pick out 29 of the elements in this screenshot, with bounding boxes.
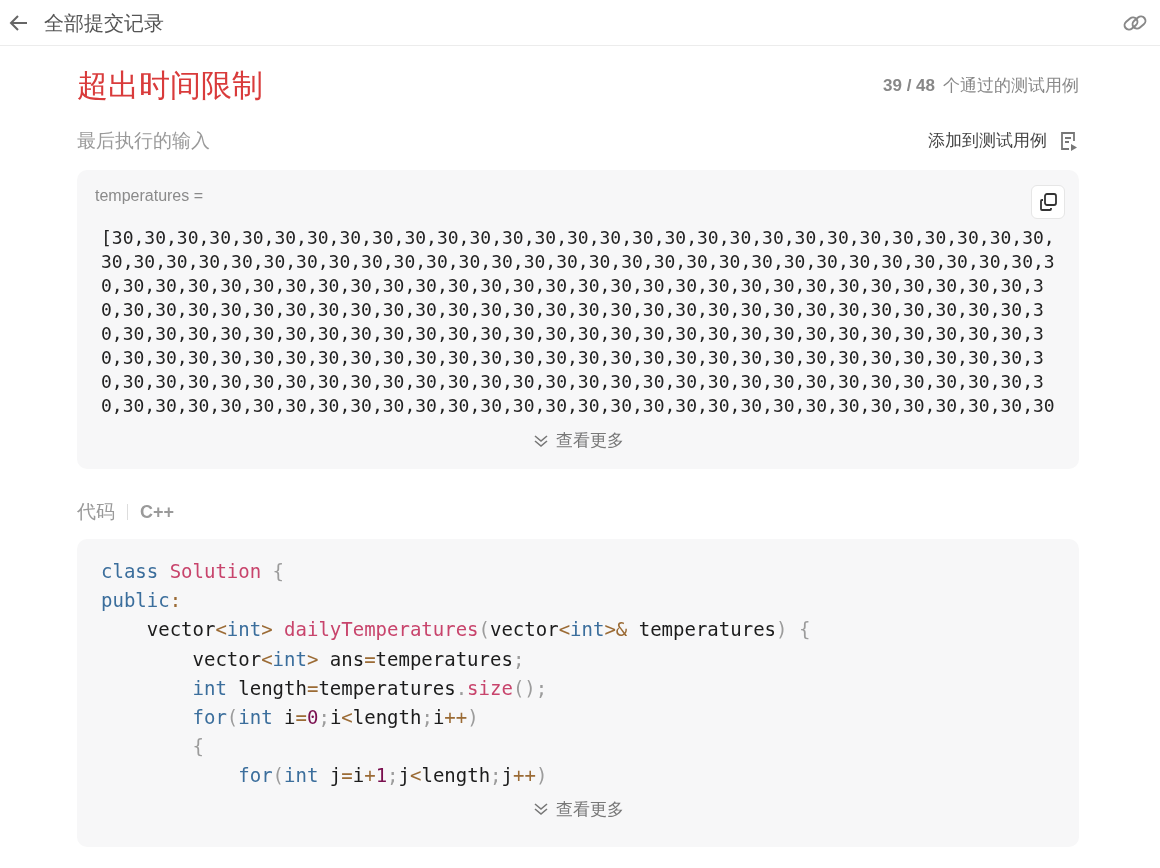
code-line: { [191,734,204,760]
code-line: public: [101,588,182,614]
code-line: class Solution { [101,559,285,584]
input-line: 0,30,30,30,30,30,30,30,30,30,30,30,30,30,30,30,30,30,30,30,30,30,30,30,30,30,30,30,30,30 [101,394,1056,418]
input-line: 30,30,30,30,30,30,30,30,30,30,30,30,30,30,30,30,30,30,30,30,30,30,30,30,30,30,30,30,30,3 [101,250,1056,274]
passed-count: 39 / 48 [883,75,935,98]
input-line: 0,30,30,30,30,30,30,30,30,30,30,30,30,30,30,30,30,30,30,30,30,30,30,30,30,30,30,30,30,3 [101,274,1045,298]
input-line: 0,30,30,30,30,30,30,30,30,30,30,30,30,30,30,30,30,30,30,30,30,30,30,30,30,30,30,30,30,3 [101,322,1045,346]
copy-icon [1038,192,1058,212]
copy-button[interactable] [1031,185,1065,219]
code-line: for(int i=0;i<length;i++) [191,705,479,730]
section-heading: 代码 [77,499,115,524]
add-to-testcase-button[interactable]: 添加到测试用例 [928,128,1079,154]
code-line: int length=temperatures.size(); [191,675,548,701]
input-line: 0,30,30,30,30,30,30,30,30,30,30,30,30,30,30,30,30,30,30,30,30,30,30,30,30,30,30,30,30,3 [101,370,1045,394]
passed-label: 个通过的测试用例 [943,75,1079,98]
language-label: C++ [140,500,175,524]
input-line: 0,30,30,30,30,30,30,30,30,30,30,30,30,30,30,30,30,30,30,30,30,30,30,30,30,30,30,30,30,3 [101,346,1045,370]
result-status: 超出时间限制 [77,66,263,105]
code-line: for(int j=i+1;j<length;j++) [237,763,548,789]
show-more-button[interactable]: 查看更多 [532,796,624,823]
section-heading: 最后执行的输入 [77,128,210,153]
code-line: vector<int> ans=temperatures; [191,646,525,672]
back-button[interactable]: 全部提交记录 [8,7,164,38]
input-line: 0,30,30,30,30,30,30,30,30,30,30,30,30,30,30,30,30,30,30,30,30,30,30,30,30,30,30,30,30,3 [101,298,1045,322]
code-line: vector<int> dailyTemperatures(vector<int>& temperatures) { [145,617,811,643]
show-more-button[interactable]: 查看更多 [532,428,624,454]
variable-label: temperatures = [95,186,204,206]
input-line: [30,30,30,30,30,30,30,30,30,30,30,30,30,30,30,30,30,30,30,30,30,30,30,30,30,30,30,30,30, [101,226,1056,250]
